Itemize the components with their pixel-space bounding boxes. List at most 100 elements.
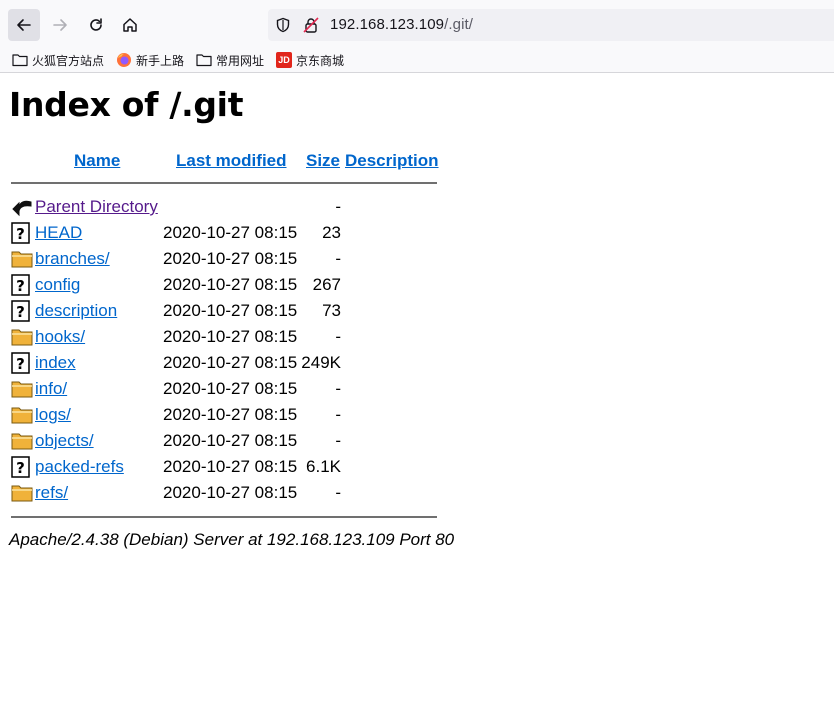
last-modified-cell: 2020-10-27 08:15 (163, 405, 298, 424)
last-modified-cell: 2020-10-27 08:15 (163, 249, 298, 268)
reload-button[interactable] (80, 9, 112, 41)
svg-text:?: ? (16, 303, 25, 321)
size-cell: 73 (322, 301, 341, 320)
forward-arrow-icon (53, 19, 67, 31)
table-row: ? config 2020-10-27 08:15 267 (0, 273, 460, 299)
column-header-last-modified[interactable]: Last modified (176, 151, 287, 171)
table-row: logs/2020-10-27 08:15 - (0, 403, 460, 429)
size-cell: 6.1K (306, 457, 341, 476)
page-title: Index of /.git (9, 85, 244, 124)
file-link[interactable]: logs/ (35, 405, 71, 425)
last-modified-cell: 2020-10-27 08:15 (163, 327, 298, 346)
table-row: refs/2020-10-27 08:15 - (0, 481, 460, 507)
column-header-name[interactable]: Name (74, 151, 120, 171)
back-button[interactable] (8, 9, 40, 41)
file-link[interactable]: branches/ (35, 249, 110, 269)
last-modified-cell: 2020-10-27 08:15 (163, 483, 298, 502)
svg-text:?: ? (16, 277, 25, 295)
table-row: hooks/2020-10-27 08:15 - (0, 325, 460, 351)
table-row: ? index 2020-10-27 08:15 249K (0, 351, 460, 377)
file-link[interactable]: hooks/ (35, 327, 85, 347)
size-cell: - (335, 431, 341, 450)
table-row: objects/2020-10-27 08:15 - (0, 429, 460, 455)
firefox-icon (116, 52, 132, 68)
unknown-file-icon[interactable]: ? (11, 222, 33, 244)
tracking-shield-icon[interactable] (275, 17, 291, 33)
file-link[interactable]: info/ (35, 379, 67, 399)
svg-text:?: ? (16, 225, 25, 243)
table-row: ? description 2020-10-27 08:15 73 (0, 299, 460, 325)
bookmark-label: 新手上路 (136, 53, 185, 68)
last-modified-cell: 2020-10-27 08:15 (163, 431, 298, 450)
folder-icon[interactable] (11, 430, 33, 452)
svg-text:?: ? (16, 459, 25, 477)
size-cell: 249K (301, 353, 341, 372)
folder-icon[interactable] (11, 248, 33, 270)
header-divider (11, 182, 437, 184)
unknown-file-icon[interactable]: ? (11, 274, 33, 296)
last-modified-cell: 2020-10-27 08:15 (163, 379, 298, 398)
bookmark-getting-started[interactable]: 新手上路 (116, 51, 184, 69)
url-bar[interactable]: 192.168.123.109/.git/ (268, 9, 834, 41)
folder-icon (196, 52, 212, 68)
size-cell: - (335, 483, 341, 502)
last-modified-cell: 2020-10-27 08:15 (163, 457, 298, 476)
reload-icon (90, 18, 102, 31)
folder-icon[interactable] (11, 482, 33, 504)
file-link[interactable]: packed-refs (35, 457, 124, 477)
unknown-file-icon[interactable]: ? (11, 456, 33, 478)
parent-directory-row: Parent Directory - (0, 195, 460, 221)
column-header-description[interactable]: Description (345, 151, 439, 171)
last-modified-cell: 2020-10-27 08:15 (163, 353, 298, 372)
folder-icon[interactable] (11, 404, 33, 426)
folder-icon (12, 52, 28, 68)
parent-directory-link[interactable]: Parent Directory (35, 197, 158, 217)
folder-icon[interactable] (11, 378, 33, 400)
file-link[interactable]: refs/ (35, 483, 68, 503)
bookmark-jd-mall[interactable]: JD 京东商城 (276, 51, 344, 69)
size-cell: - (335, 327, 341, 346)
server-signature: Apache/2.4.38 (Debian) Server at 192.168… (9, 530, 455, 549)
size-cell: 23 (322, 223, 341, 242)
bookmark-label: 常用网址 (216, 53, 265, 68)
insecure-lock-icon[interactable] (302, 16, 320, 34)
file-link[interactable]: HEAD (35, 223, 82, 243)
size-cell: - (335, 249, 341, 268)
last-modified-cell: 2020-10-27 08:15 (163, 275, 298, 294)
url-text[interactable]: 192.168.123.109/.git/ (330, 16, 473, 33)
back-arrow-icon (17, 19, 31, 31)
url-path: /.git/ (444, 16, 474, 33)
forward-button[interactable] (44, 9, 76, 41)
file-link[interactable]: description (35, 301, 117, 321)
size-cell: 267 (312, 275, 341, 294)
svg-text:?: ? (16, 355, 25, 373)
size-cell: - (335, 379, 341, 398)
bookmark-label: 火狐官方站点 (32, 53, 105, 68)
home-icon (123, 18, 137, 32)
folder-icon[interactable] (11, 326, 33, 348)
table-row: ? packed-refs 2020-10-27 08:15 6.1K (0, 455, 460, 481)
footer-divider (11, 516, 437, 518)
url-host: 192.168.123.109 (330, 16, 445, 33)
bookmark-firefox-official[interactable]: 火狐官方站点 (12, 51, 104, 69)
last-modified-cell: 2020-10-27 08:15 (163, 301, 298, 320)
unknown-file-icon[interactable]: ? (11, 352, 33, 374)
bookmarks-bar: 火狐官方站点 新手上路 常用网址 JD 京东商城 (0, 48, 834, 73)
file-link[interactable]: config (35, 275, 80, 295)
table-row: info/2020-10-27 08:15 - (0, 377, 460, 403)
size-cell: - (335, 405, 341, 424)
size-cell: - (335, 197, 341, 216)
last-modified-cell: 2020-10-27 08:15 (163, 223, 298, 242)
browser-toolbar: 192.168.123.109/.git/ (0, 0, 834, 48)
home-button[interactable] (114, 9, 146, 41)
file-link[interactable]: objects/ (35, 431, 94, 451)
back-icon[interactable] (11, 196, 33, 218)
column-header-size[interactable]: Size (306, 151, 340, 171)
table-row: branches/2020-10-27 08:15 - (0, 247, 460, 273)
unknown-file-icon[interactable]: ? (11, 300, 33, 322)
file-link[interactable]: index (35, 353, 76, 373)
jd-icon: JD (276, 52, 292, 68)
bookmark-common-sites[interactable]: 常用网址 (196, 51, 264, 69)
bookmark-label: 京东商城 (296, 53, 345, 68)
table-row: ? HEAD 2020-10-27 08:15 23 (0, 221, 460, 247)
